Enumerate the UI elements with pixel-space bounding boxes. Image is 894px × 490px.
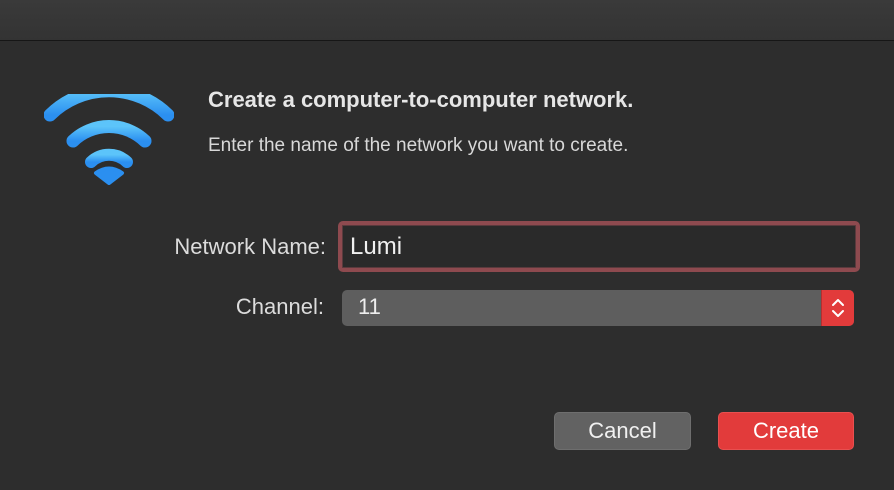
up-down-chevron-icon: [832, 299, 844, 317]
create-network-dialog: Create a computer-to-computer network. E…: [0, 41, 894, 490]
channel-stepper[interactable]: [821, 290, 854, 326]
create-button[interactable]: Create: [718, 412, 854, 450]
channel-select-value: 11: [358, 294, 381, 319]
window-titlebar: [0, 0, 894, 41]
wifi-icon: [44, 94, 174, 185]
channel-label: Channel:: [235, 294, 324, 319]
cancel-button[interactable]: Cancel: [554, 412, 691, 450]
network-name-input[interactable]: [338, 221, 860, 272]
dialog-subtitle: Enter the name of the network you want t…: [208, 135, 629, 156]
network-name-label: Network Name:: [174, 234, 326, 259]
channel-select[interactable]: 11: [342, 290, 854, 326]
dialog-title: Create a computer-to-computer network.: [208, 87, 634, 112]
